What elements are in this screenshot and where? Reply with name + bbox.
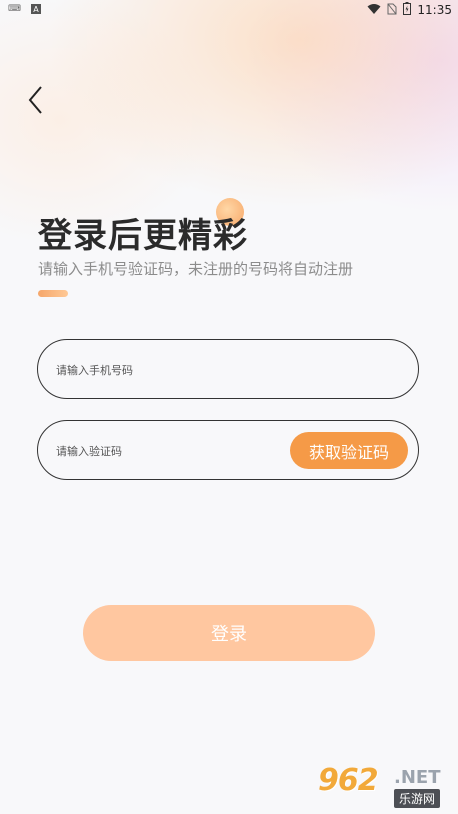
chevron-left-icon xyxy=(28,86,42,114)
accent-bar xyxy=(38,290,68,297)
a-icon: A xyxy=(31,4,41,14)
phone-field[interactable] xyxy=(37,339,419,400)
code-field[interactable]: 获取验证码 xyxy=(37,420,419,481)
get-code-button[interactable]: 获取验证码 xyxy=(290,432,408,469)
back-button[interactable] xyxy=(22,86,50,114)
login-button[interactable]: 登录 xyxy=(83,605,375,661)
status-bar: ⌨ A 11:35 xyxy=(0,0,458,20)
wifi-icon xyxy=(367,3,381,18)
page-title: 登录后更精彩 xyxy=(38,216,248,256)
battery-icon xyxy=(403,2,412,18)
background xyxy=(0,0,458,814)
watermark-number: 962 xyxy=(318,763,379,798)
watermark-logo: 962 .NET 乐游网 xyxy=(318,763,452,809)
code-input[interactable] xyxy=(54,421,298,481)
phone-input[interactable] xyxy=(54,340,298,400)
keyboard-icon: ⌨ xyxy=(8,4,21,14)
no-sim-icon xyxy=(387,3,397,18)
page-subtitle: 请输入手机号验证码，未注册的号码将自动注册 xyxy=(38,260,354,278)
watermark-text: 乐游网 xyxy=(394,789,441,808)
watermark-domain: .NET xyxy=(394,767,441,788)
status-time: 11:35 xyxy=(417,3,452,17)
